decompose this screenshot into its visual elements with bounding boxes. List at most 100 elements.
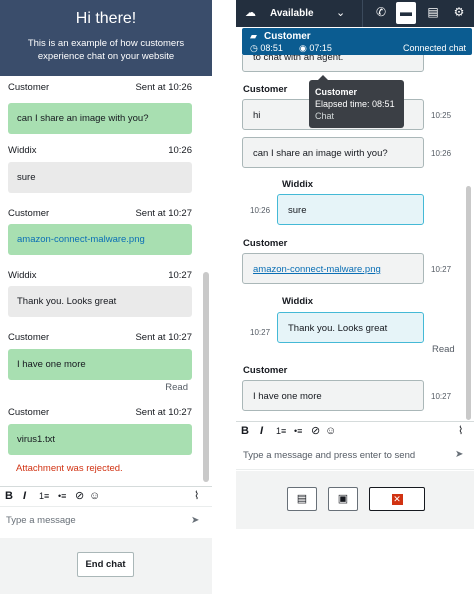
message-input-placeholder: Type a message and press enter to send [243, 450, 416, 461]
customer-message-bubble: amazon-connect-malware.png [242, 253, 424, 284]
tooltip-elapsed: Elapsed time: 08:51 [315, 99, 395, 109]
formatting-toolbar: B I 1≡ •≡ ⊘ ☺ ⌇ [0, 486, 212, 504]
message-sender: Widdix [8, 145, 37, 156]
close-icon: ✕ [391, 493, 403, 505]
customer-chat-widget: Hi there! This is an example of how cust… [0, 0, 212, 594]
customer-message-bubble: amazon-connect-malware.png [8, 224, 192, 255]
chevron-down-icon[interactable]: ⌄ [336, 6, 345, 19]
end-chat-button[interactable]: ✕ [369, 487, 425, 511]
bold-icon[interactable]: B [241, 424, 249, 438]
message-item: Customer Sent at 10:27 amazon-connect-ma… [0, 208, 200, 258]
contact-tooltip: Customer Elapsed time: 08:51 Chat [309, 75, 404, 128]
message-timestamp: 10:25 [431, 111, 452, 120]
end-chat-button[interactable]: End chat [77, 552, 134, 577]
read-receipt: Read [432, 344, 455, 355]
message-timestamp: Sent at 10:27 [135, 407, 192, 418]
tooltip-title: Customer [315, 87, 358, 97]
transcript-scrollbar[interactable] [466, 186, 471, 420]
message-timestamp: Sent at 10:26 [135, 82, 192, 93]
widget-subtitle: This is an example of how customers expe… [27, 38, 185, 62]
message-item: Widdix 10:26 sure [0, 145, 200, 195]
chat-bubble-icon: ▰ [250, 31, 257, 41]
agent-message-bubble: sure [277, 194, 424, 225]
send-icon[interactable]: ➤ [455, 449, 463, 460]
message-sender: Customer [8, 407, 50, 418]
message-item: to chat with an agent. [236, 55, 466, 73]
agent-message-bubble: Thank you. Looks great [277, 312, 424, 343]
message-timestamp: 10:27 [250, 328, 271, 337]
customer-message-bubble: I have one more [242, 380, 424, 411]
attach-icon[interactable]: ⌇ [458, 424, 463, 438]
attachment-error: Attachment was rejected. [16, 463, 123, 474]
message-input[interactable]: Type a message and press enter to send ➤ [236, 440, 474, 470]
italic-icon[interactable]: I [23, 489, 26, 503]
bullet-list-icon[interactable]: •≡ [294, 424, 302, 438]
agent-status[interactable]: Available [270, 8, 314, 19]
active-contact-bar[interactable]: ▰ Customer ◷ 08:51 ◉ 07:15 Connected cha… [242, 28, 472, 55]
link-icon[interactable]: ⊘ [75, 489, 84, 503]
screenshot-root: Hi there! This is an example of how cust… [0, 0, 474, 594]
numbered-list-icon[interactable]: 1≡ [276, 424, 286, 438]
emoji-icon[interactable]: ☺ [89, 489, 100, 503]
customer-transcript[interactable]: Customer Sent at 10:26 can I share an im… [0, 76, 212, 484]
clipboard-button[interactable]: ▤ [287, 487, 317, 511]
tooltip-subtitle: Chat [315, 111, 335, 121]
contact-card-icon: ▣ [337, 493, 349, 505]
customer-message-bubble: can I share an image with you? [8, 103, 192, 134]
message-timestamp: 10:27 [168, 270, 192, 281]
message-sender: Customer [243, 84, 288, 95]
attachment-link[interactable]: amazon-connect-malware.png [253, 264, 381, 275]
message-item: Customer amazon-connect-malware.png 10:2… [236, 238, 466, 288]
agent-message-bubble: sure [8, 162, 192, 193]
contact-name: Customer [264, 31, 311, 42]
message-sender: Widdix [282, 179, 314, 190]
italic-icon[interactable]: I [260, 424, 263, 438]
widget-header: Hi there! This is an example of how cust… [0, 0, 212, 76]
cloud-icon: ☁ [245, 7, 256, 19]
message-timestamp: 10:26 [168, 145, 192, 156]
message-sender: Widdix [282, 296, 314, 307]
message-input[interactable]: Type a message ➤ [0, 506, 212, 534]
message-sender: Customer [8, 332, 50, 343]
emoji-icon[interactable]: ☺ [325, 424, 336, 438]
read-receipt: Read [165, 382, 188, 393]
send-icon[interactable]: ➤ [191, 515, 199, 526]
gear-icon[interactable]: ⚙ [449, 5, 469, 19]
transcript-scrollbar[interactable] [203, 272, 209, 482]
message-sender: Widdix [8, 270, 37, 281]
chat-icon[interactable]: ▬ [396, 2, 416, 24]
link-icon[interactable]: ⊘ [311, 424, 320, 438]
phone-icon[interactable]: ✆ [371, 5, 391, 19]
bold-icon[interactable]: B [5, 489, 13, 503]
message-item: Customer Sent at 10:26 can I share an im… [0, 82, 200, 134]
agent-message-bubble: Thank you. Looks great [8, 286, 192, 317]
bullet-list-icon[interactable]: •≡ [58, 489, 66, 503]
contact-state: Connected chat [402, 43, 466, 53]
message-sender: Customer [8, 82, 50, 93]
message-timestamp: 10:26 [431, 149, 452, 158]
chat-timer: ◉ 07:15 [299, 43, 332, 53]
message-sender: Customer [8, 208, 50, 219]
customer-message-bubble: I have one more [8, 349, 192, 380]
attach-icon[interactable]: ⌇ [194, 489, 199, 503]
message-item: Widdix 10:27 Thank you. Looks great Read [236, 296, 466, 358]
message-item: Customer I have one more 10:27 [236, 365, 466, 415]
message-timestamp: 10:26 [250, 206, 271, 215]
clipboard-icon[interactable]: ▤ [423, 5, 443, 19]
message-timestamp: 10:27 [431, 392, 452, 401]
customer-message-bubble: virus1.txt [8, 424, 192, 455]
customer-message-bubble: to chat with an agent. [242, 55, 424, 72]
numbered-list-icon[interactable]: 1≡ [39, 489, 49, 503]
message-item: can I share an image wirth you? 10:26 [236, 137, 466, 171]
message-timestamp: Sent at 10:27 [135, 332, 192, 343]
message-timestamp: Sent at 10:27 [135, 208, 192, 219]
ccp-footer: ▤ ▣ ✕ [236, 471, 474, 529]
message-item: Widdix 10:26 sure [236, 179, 466, 229]
transfer-button[interactable]: ▣ [328, 487, 358, 511]
message-item: Customer Sent at 10:27 I have one more R… [0, 332, 200, 396]
widget-footer: End chat [0, 538, 212, 594]
clipboard-icon: ▤ [296, 493, 308, 505]
widget-title: Hi there! [75, 10, 137, 27]
attachment-link[interactable]: amazon-connect-malware.png [17, 234, 145, 245]
message-sender: Customer [243, 365, 288, 376]
